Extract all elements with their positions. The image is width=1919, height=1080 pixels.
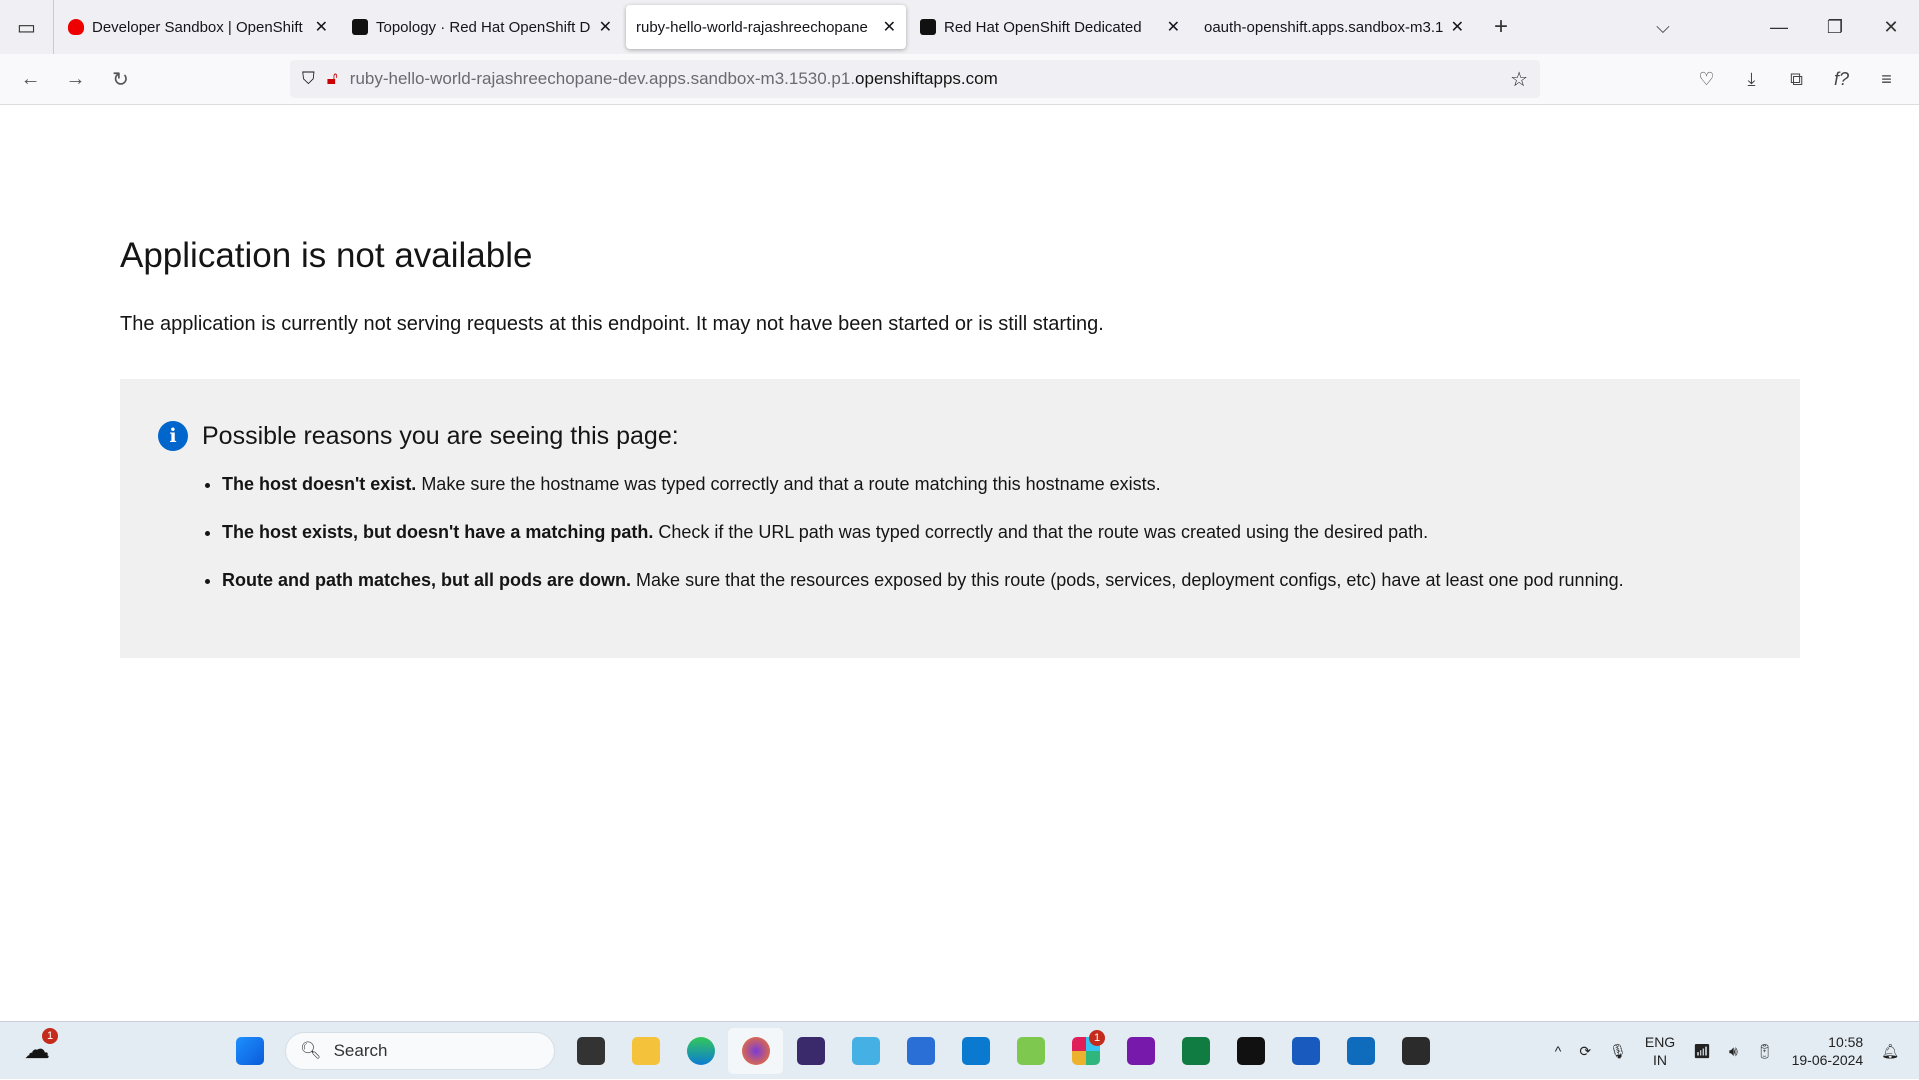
edge-icon[interactable] — [673, 1028, 728, 1074]
close-window-button[interactable]: ✕ — [1863, 17, 1919, 38]
tab-bar: ▭ Developer Sandbox | OpenShift ✕ Topolog… — [0, 0, 1919, 54]
new-tab-button[interactable]: + — [1494, 13, 1508, 41]
tab-list-icon[interactable]: ▭ — [0, 0, 54, 54]
vscode-icon[interactable] — [948, 1028, 1003, 1074]
page-lead: The application is currently not serving… — [120, 313, 1104, 335]
onenote-icon[interactable] — [1113, 1028, 1168, 1074]
reason-item: The host exists, but doesn't have a matc… — [222, 521, 1800, 543]
restore-button[interactable]: ❐ — [1807, 17, 1863, 38]
shield-icon[interactable]: ⛉ — [302, 69, 315, 89]
reason-item: The host doesn't exist. Make sure the ho… — [222, 473, 1800, 495]
pocket-icon[interactable]: ♡ — [1684, 69, 1729, 90]
close-icon[interactable]: ✕ — [1167, 17, 1180, 37]
webex-icon[interactable] — [1223, 1028, 1278, 1074]
close-icon[interactable]: ✕ — [315, 17, 328, 37]
chevron-up-icon[interactable]: ^ — [1555, 1043, 1562, 1059]
tab-openshift-dedicated[interactable]: Red Hat OpenShift Dedicated ✕ — [910, 5, 1190, 49]
weather-widget[interactable]: ☁ 1 — [24, 1028, 58, 1065]
word-icon[interactable] — [1278, 1028, 1333, 1074]
terminal-icon[interactable] — [1388, 1028, 1443, 1074]
tab-oauth[interactable]: oauth-openshift.apps.sandbox-m3.1530.p1✕ — [1194, 5, 1474, 49]
powershell-icon[interactable] — [893, 1028, 948, 1074]
back-button[interactable]: ← — [8, 68, 53, 91]
taskbar-search[interactable]: 🔍︎ Search — [285, 1032, 555, 1070]
tab-list-dropdown-icon[interactable]: ⌵ — [1635, 17, 1691, 38]
close-icon[interactable]: ✕ — [1451, 17, 1464, 37]
openshift-icon — [920, 19, 936, 35]
function-icon[interactable]: f? — [1819, 69, 1864, 90]
redhat-icon — [68, 19, 84, 35]
slack-icon[interactable]: 1 — [1058, 1028, 1113, 1074]
app-icon[interactable] — [783, 1028, 838, 1074]
search-icon: 🔍︎ — [300, 1041, 322, 1060]
info-icon: i — [158, 421, 188, 451]
excel-icon[interactable] — [1168, 1028, 1223, 1074]
outlook-icon[interactable] — [1333, 1028, 1388, 1074]
file-explorer-icon[interactable] — [618, 1028, 673, 1074]
battery-icon[interactable]: 🔋︎ — [1756, 1043, 1774, 1060]
forward-button[interactable]: → — [53, 68, 98, 91]
menu-icon[interactable]: ≡ — [1864, 69, 1909, 90]
wifi-icon[interactable]: 📶︎ — [1693, 1043, 1711, 1060]
url-bar[interactable]: ⛉ 🔓︎ ruby-hello-world-rajashreechopane-d… — [290, 60, 1540, 98]
tab-ruby-hello-world[interactable]: ruby-hello-world-rajashreechopane ✕ — [626, 5, 906, 49]
task-view-icon[interactable] — [563, 1028, 618, 1074]
paint-icon[interactable] — [1003, 1028, 1058, 1074]
taskbar: ☁ 1 🔍︎ Search 1 ^ ⟳ 🎙︎ ENG IN 📶︎ 🔊︎ 🔋︎ 10:5… — [0, 1021, 1919, 1079]
start-button[interactable] — [222, 1028, 277, 1074]
bookmark-star-icon[interactable]: ☆ — [1510, 67, 1528, 92]
clock[interactable]: 10:58 19-06-2024 — [1792, 1033, 1864, 1069]
extensions-icon[interactable]: ⧉ — [1774, 69, 1819, 90]
microphone-icon[interactable]: 🎙︎ — [1609, 1043, 1627, 1060]
minimize-button[interactable]: — — [1751, 17, 1807, 38]
volume-icon[interactable]: 🔊︎ — [1729, 1043, 1738, 1060]
close-icon[interactable]: ✕ — [883, 17, 896, 37]
close-icon[interactable]: ✕ — [599, 17, 612, 37]
reason-item: Route and path matches, but all pods are… — [222, 569, 1800, 591]
page-title: Application is not available — [120, 236, 533, 275]
language-indicator[interactable]: ENG IN — [1645, 1033, 1675, 1069]
reload-button[interactable]: ↻ — [98, 67, 143, 92]
openshift-icon — [352, 19, 368, 35]
tab-developer-sandbox[interactable]: Developer Sandbox | OpenShift ✕ — [58, 5, 338, 49]
notification-bell-icon[interactable]: 🔔︎ — [1881, 1043, 1899, 1060]
firefox-icon[interactable] — [728, 1028, 783, 1074]
sync-icon[interactable]: ⟳ — [1579, 1043, 1591, 1060]
insecure-lock-icon[interactable]: 🔓︎ — [327, 69, 338, 89]
download-icon[interactable]: ⤓ — [1729, 69, 1774, 90]
notepad-icon[interactable] — [838, 1028, 893, 1074]
tab-topology[interactable]: Topology · Red Hat OpenShift Dedicated✕ — [342, 5, 622, 49]
nav-toolbar: ← → ↻ ⛉ 🔓︎ ruby-hello-world-rajashreecho… — [0, 54, 1919, 105]
reasons-title: Possible reasons you are seeing this pag… — [202, 421, 679, 450]
reasons-panel: i Possible reasons you are seeing this pa… — [120, 379, 1800, 658]
